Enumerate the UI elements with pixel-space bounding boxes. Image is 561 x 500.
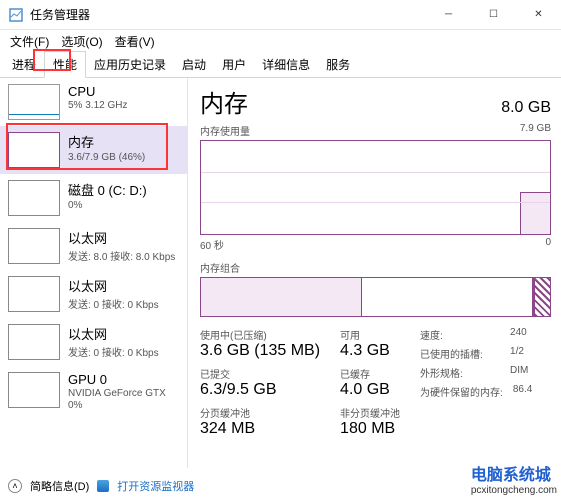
eth2-thumbnail	[8, 276, 60, 312]
commit-label: 已提交	[200, 366, 320, 381]
cached-value: 4.0 GB	[340, 381, 400, 399]
disk-sub: 0%	[68, 200, 147, 211]
eth3-sub: 发送: 0 接收: 0 Kbps	[68, 344, 159, 359]
fewer-details-link[interactable]: 简略信息(D)	[30, 478, 89, 494]
avail-value: 4.3 GB	[340, 342, 400, 360]
memory-usage-graph	[200, 140, 551, 235]
gpu-name: GPU 0	[68, 372, 166, 387]
menubar: 文件(F) 选项(O) 查看(V)	[0, 30, 561, 52]
maximize-button[interactable]: ☐	[471, 0, 516, 30]
memory-composition-graph	[200, 277, 551, 317]
tab-performance[interactable]: 性能	[44, 51, 86, 78]
paged-label: 分页缓冲池	[200, 405, 320, 420]
reserved-label: 为硬件保留的内存:	[420, 384, 503, 399]
nonpaged-label: 非分页缓冲池	[340, 405, 400, 420]
sidebar-item-memory[interactable]: 内存 3.6/7.9 GB (46%)	[0, 126, 187, 174]
watermark-text: 电脑系统城	[471, 467, 551, 484]
titlebar: 任务管理器 ─ ☐ ✕	[0, 0, 561, 30]
memory-thumbnail	[8, 132, 60, 168]
minimize-button[interactable]: ─	[426, 0, 471, 30]
eth1-sub: 发送: 8.0 接收: 8.0 Kbps	[68, 248, 175, 263]
chevron-up-icon[interactable]: ˄	[8, 479, 22, 493]
disk-thumbnail	[8, 180, 60, 216]
eth2-sub: 发送: 0 接收: 0 Kbps	[68, 296, 159, 311]
eth3-name: 以太网	[68, 324, 159, 343]
tab-app-history[interactable]: 应用历史记录	[86, 52, 174, 77]
sidebar-item-gpu[interactable]: GPU 0 NVIDIA GeForce GTX 0%	[0, 366, 187, 417]
slots-label: 已使用的插槽:	[420, 346, 500, 361]
graph-time-left: 60 秒	[200, 237, 224, 252]
tabbar: 进程 性能 应用历史记录 启动 用户 详细信息 服务	[0, 52, 561, 78]
detail-pane: 内存 8.0 GB 内存使用量 7.9 GB 60 秒 0 内存组合 使用中(已…	[188, 78, 561, 468]
tab-services[interactable]: 服务	[318, 52, 358, 77]
app-icon	[8, 7, 24, 23]
detail-title: 内存	[200, 84, 248, 119]
tab-startup[interactable]: 启动	[174, 52, 214, 77]
open-resource-monitor-link[interactable]: 打开资源监视器	[117, 478, 194, 494]
footer: ˄ 简略信息(D) 打开资源监视器	[8, 478, 194, 494]
gpu-thumbnail	[8, 372, 60, 408]
eth2-name: 以太网	[68, 276, 159, 295]
memory-name: 内存	[68, 132, 145, 151]
form-value: DIM	[510, 365, 528, 380]
nonpaged-value: 180 MB	[340, 420, 400, 438]
speed-value: 240	[510, 327, 527, 342]
memory-sub: 3.6/7.9 GB (46%)	[68, 152, 145, 163]
in-use-value: 3.6 GB (135 MB)	[200, 342, 320, 360]
composition-label: 内存组合	[200, 260, 551, 275]
eth1-name: 以太网	[68, 228, 175, 247]
sidebar-item-ethernet-2[interactable]: 以太网 发送: 0 接收: 0 Kbps	[0, 270, 187, 318]
menu-options[interactable]: 选项(O)	[55, 31, 108, 52]
speed-label: 速度:	[420, 327, 500, 342]
avail-label: 可用	[340, 327, 400, 342]
cpu-thumbnail	[8, 84, 60, 120]
cpu-sub: 5% 3.12 GHz	[68, 100, 127, 111]
cached-label: 已缓存	[340, 366, 400, 381]
tab-details[interactable]: 详细信息	[254, 52, 318, 77]
menu-view[interactable]: 查看(V)	[109, 31, 161, 52]
window-title: 任务管理器	[30, 6, 426, 23]
sidebar-item-ethernet-3[interactable]: 以太网 发送: 0 接收: 0 Kbps	[0, 318, 187, 366]
sidebar-item-ethernet-1[interactable]: 以太网 发送: 8.0 接收: 8.0 Kbps	[0, 222, 187, 270]
form-label: 外形规格:	[420, 365, 500, 380]
sidebar: CPU 5% 3.12 GHz 内存 3.6/7.9 GB (46%) 磁盘 0…	[0, 78, 188, 468]
graph-time-right: 0	[545, 237, 551, 252]
paged-value: 324 MB	[200, 420, 320, 438]
detail-total: 8.0 GB	[501, 99, 551, 117]
disk-name: 磁盘 0 (C: D:)	[68, 180, 147, 199]
in-use-label: 使用中(已压缩)	[200, 327, 320, 342]
commit-value: 6.3/9.5 GB	[200, 381, 320, 399]
menu-file[interactable]: 文件(F)	[4, 31, 55, 52]
close-button[interactable]: ✕	[516, 0, 561, 30]
sidebar-item-cpu[interactable]: CPU 5% 3.12 GHz	[0, 78, 187, 126]
slots-value: 1/2	[510, 346, 524, 361]
cpu-name: CPU	[68, 84, 127, 99]
gpu-sub2: 0%	[68, 400, 166, 411]
gpu-sub1: NVIDIA GeForce GTX	[68, 388, 166, 399]
usage-max: 7.9 GB	[520, 123, 551, 138]
usage-label: 内存使用量	[200, 123, 250, 138]
tab-users[interactable]: 用户	[214, 52, 254, 77]
watermark-url: pcxitongcheng.com	[471, 485, 557, 496]
sidebar-item-disk[interactable]: 磁盘 0 (C: D:) 0%	[0, 174, 187, 222]
watermark: 电脑系统城 pcxitongcheng.com	[471, 461, 557, 496]
eth1-thumbnail	[8, 228, 60, 264]
eth3-thumbnail	[8, 324, 60, 360]
tab-processes[interactable]: 进程	[4, 52, 44, 77]
reserved-value: 86.4	[513, 384, 532, 399]
resource-monitor-icon	[97, 480, 109, 492]
